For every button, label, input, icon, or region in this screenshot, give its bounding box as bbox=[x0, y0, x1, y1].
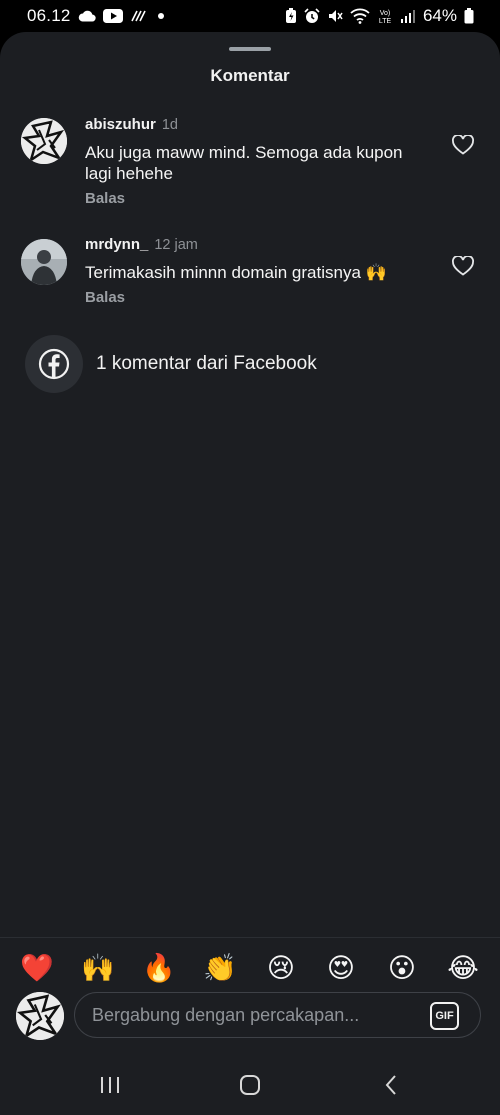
comment-username[interactable]: abiszuhur bbox=[85, 116, 156, 133]
comment-text: Terimakasih minnn domain gratisnya 🙌 bbox=[85, 263, 387, 282]
svg-text:Vo): Vo) bbox=[380, 10, 391, 17]
notification-icon bbox=[130, 9, 148, 23]
comment-body: mrdynn_ 12 jam Terimakasih minnn domain … bbox=[85, 236, 425, 307]
comments-sheet: Komentar abiszuhur 1d Aku juga maww mind… bbox=[0, 32, 500, 1052]
facebook-icon bbox=[38, 348, 70, 380]
emoji-laughing[interactable]: 😂 bbox=[445, 950, 481, 986]
sheet-grabber[interactable] bbox=[229, 47, 271, 51]
facebook-icon-container bbox=[25, 335, 83, 393]
sheet-title: Komentar bbox=[210, 66, 290, 85]
status-right: Vo) LTE 64% bbox=[285, 6, 474, 26]
volte-icon: Vo) LTE bbox=[377, 7, 393, 25]
signal-icon bbox=[400, 9, 416, 23]
wifi-icon bbox=[350, 8, 370, 24]
recent-apps-icon[interactable] bbox=[90, 1070, 130, 1100]
youtube-icon bbox=[102, 9, 123, 23]
my-avatar bbox=[16, 992, 64, 1040]
comment-body: abiszuhur 1d Aku juga maww mind. Semoga … bbox=[85, 116, 425, 208]
comment-composer: Bergabung dengan percakapan... GIF bbox=[0, 990, 500, 1050]
back-icon[interactable] bbox=[371, 1070, 411, 1100]
reply-button[interactable]: Balas bbox=[85, 190, 125, 207]
battery-percent: 64% bbox=[422, 6, 457, 25]
cloud-icon bbox=[78, 10, 96, 22]
user-avatar[interactable] bbox=[21, 239, 67, 285]
comment-username[interactable]: mrdynn_ bbox=[85, 236, 148, 253]
mute-icon bbox=[327, 8, 343, 24]
alarm-icon bbox=[304, 8, 320, 24]
emoji-reaction-bar: ❤️ 🙌 🔥 👏 😢 😍 😮 😂 bbox=[0, 950, 500, 986]
system-nav-bar bbox=[0, 1052, 500, 1115]
comment-time: 1d bbox=[161, 117, 178, 133]
emoji-fire[interactable]: 🔥 bbox=[141, 950, 177, 986]
status-bar: 06.12 Vo) LTE 64% bbox=[0, 0, 500, 32]
like-heart-icon[interactable] bbox=[452, 255, 474, 276]
comment-time: 12 jam bbox=[154, 237, 198, 253]
like-heart-icon[interactable] bbox=[452, 134, 474, 155]
dot-icon bbox=[155, 10, 167, 22]
gif-button[interactable]: GIF bbox=[430, 1002, 459, 1030]
emoji-raised-hands[interactable]: 🙌 bbox=[80, 950, 116, 986]
comment-text: Aku juga maww mind. Semoga ada kupon lag… bbox=[85, 143, 403, 183]
emoji-heart[interactable]: ❤️ bbox=[19, 950, 55, 986]
battery-icon bbox=[464, 8, 474, 24]
comment-input[interactable]: Bergabung dengan percakapan... GIF bbox=[74, 992, 481, 1038]
facebook-comments-label: 1 komentar dari Facebook bbox=[96, 353, 317, 374]
emoji-heart-eyes[interactable]: 😍 bbox=[323, 950, 359, 986]
facebook-comments-link[interactable]: 1 komentar dari Facebook bbox=[25, 335, 317, 393]
home-icon[interactable] bbox=[230, 1070, 270, 1100]
comment-header: abiszuhur 1d bbox=[85, 116, 425, 133]
reply-button[interactable]: Balas bbox=[85, 289, 125, 306]
emoji-crying[interactable]: 😢 bbox=[263, 950, 299, 986]
comment-input-placeholder: Bergabung dengan percakapan... bbox=[92, 1005, 360, 1025]
comment-header: mrdynn_ 12 jam bbox=[85, 236, 425, 253]
divider bbox=[0, 937, 500, 938]
status-time: 06.12 bbox=[27, 6, 71, 25]
status-left: 06.12 bbox=[27, 6, 167, 26]
emoji-surprised[interactable]: 😮 bbox=[384, 950, 420, 986]
user-avatar[interactable] bbox=[21, 118, 67, 164]
svg-text:LTE: LTE bbox=[379, 18, 392, 25]
battery-saver-icon bbox=[285, 8, 297, 24]
emoji-clap[interactable]: 👏 bbox=[202, 950, 238, 986]
